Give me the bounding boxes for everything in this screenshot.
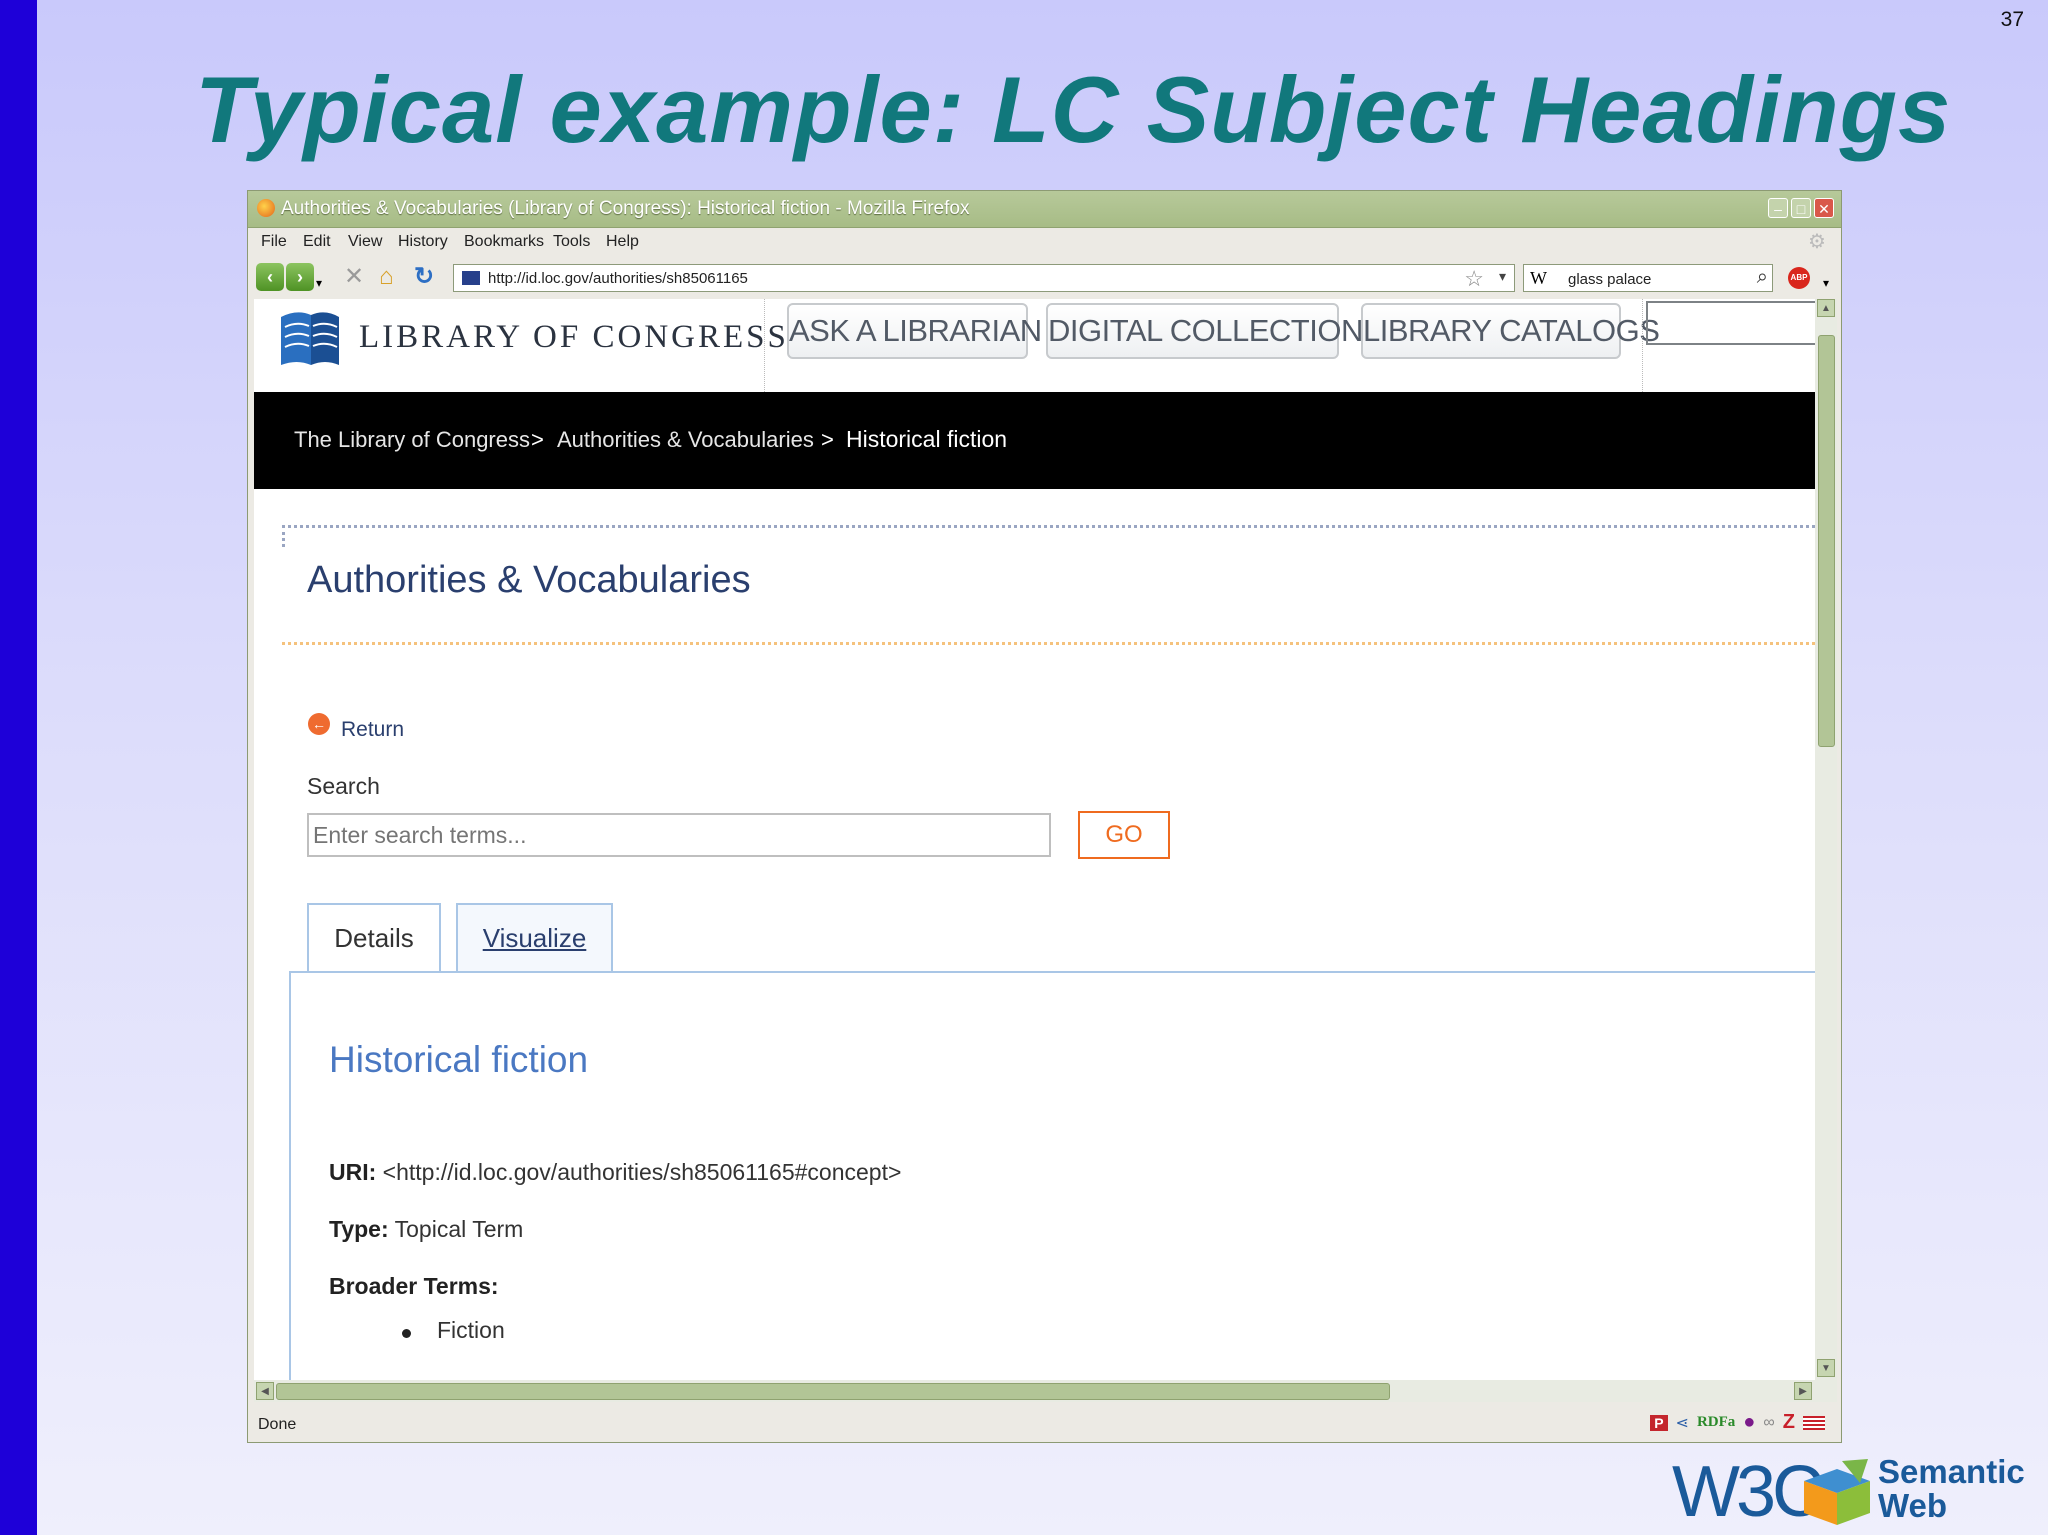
breadcrumb-separator: > <box>531 427 544 452</box>
loc-header-search-input[interactable] <box>1646 301 1815 345</box>
browser-search-value: glass palace <box>1568 271 1652 288</box>
header-divider <box>1642 299 1643 392</box>
browser-search-box[interactable]: W glass palace ⌕ <box>1523 264 1773 292</box>
go-button[interactable]: GO <box>1078 811 1170 859</box>
ask-a-librarian-button[interactable]: ASK A LIBRARIAN <box>787 303 1042 359</box>
link-icon[interactable]: ∞ <box>1763 1414 1774 1432</box>
menu-history[interactable]: History <box>398 233 448 251</box>
wikipedia-engine-icon[interactable]: W <box>1530 268 1547 289</box>
dotted-divider <box>282 525 285 547</box>
minimize-icon[interactable]: – <box>1768 198 1788 218</box>
type-label: Type: <box>329 1216 389 1242</box>
menu-bar: File Edit View History Bookmarks Tools H… <box>248 227 1841 257</box>
type-row: Type: Topical Term <box>329 1216 523 1243</box>
uri-label: URI: <box>329 1159 377 1185</box>
menu-edit[interactable]: Edit <box>303 233 331 251</box>
forward-icon[interactable]: › <box>286 263 314 291</box>
status-bar: Done P ⋖ RDFa ● ∞ Z <box>248 1403 1841 1442</box>
digital-collections-button[interactable]: DIGITAL COLLECTIONS <box>1046 303 1384 359</box>
dotted-divider <box>282 642 1815 645</box>
tab-panel-border <box>289 971 291 1380</box>
return-link[interactable]: Return <box>341 718 404 742</box>
breadcrumb-separator: > <box>821 427 834 452</box>
purple-dot-icon[interactable]: ● <box>1743 1411 1755 1434</box>
zotero-icon[interactable]: Z <box>1783 1411 1795 1434</box>
search-input[interactable] <box>307 813 1051 857</box>
horizontal-scroll-thumb[interactable] <box>276 1383 1390 1400</box>
menu-bookmarks[interactable]: Bookmarks <box>464 233 544 251</box>
status-icons: P ⋖ RDFa ● ∞ Z <box>1650 1411 1825 1434</box>
menu-file[interactable]: File <box>261 233 287 251</box>
scroll-down-icon[interactable]: ▼ <box>1817 1359 1835 1377</box>
home-icon[interactable]: ⌂ <box>379 265 394 289</box>
loc-site-name[interactable]: LIBRARY OF CONGRESS <box>359 319 789 356</box>
tab-details[interactable]: Details <box>307 903 441 973</box>
address-url: http://id.loc.gov/authorities/sh85061165 <box>488 270 748 287</box>
pdf-addon-icon[interactable]: P <box>1650 1414 1668 1431</box>
vertical-scrollbar[interactable]: ▲ ▼ <box>1815 299 1837 1380</box>
slide-side-bar <box>0 0 37 1535</box>
breadcrumb: The Library of Congress > Authorities & … <box>254 392 1815 489</box>
reload-icon[interactable]: ↻ <box>414 265 434 289</box>
web-text: Web <box>1878 1487 1948 1524</box>
breadcrumb-authorities[interactable]: Authorities & Vocabularies <box>557 427 814 453</box>
menu-view[interactable]: View <box>348 233 382 251</box>
address-dropdown-icon[interactable]: ▾ <box>1499 268 1506 285</box>
throbber-icon: ⚙ <box>1808 231 1826 253</box>
list-item: Fiction <box>437 1317 505 1343</box>
browser-window: Authorities & Vocabularies (Library of C… <box>247 190 1842 1443</box>
navigation-toolbar: ‹ › ▾ ✕ ⌂ ↻ http://id.loc.gov/authoritie… <box>248 257 1841 297</box>
list-bullet <box>402 1329 411 1338</box>
menu-tools[interactable]: Tools <box>553 233 590 251</box>
tab-panel-border <box>289 971 1815 973</box>
address-bar[interactable]: http://id.loc.gov/authorities/sh85061165… <box>453 264 1515 292</box>
w3c-semantic-web-logo: W3C Semantic Web <box>1672 1455 2042 1530</box>
back-icon[interactable]: ‹ <box>256 263 284 291</box>
broader-terms-label: Broader Terms: <box>329 1273 499 1299</box>
loc-header: LIBRARY OF CONGRESS ASK A LIBRARIAN DIGI… <box>254 299 1815 392</box>
search-label: Search <box>307 773 380 799</box>
type-value: Topical Term <box>394 1216 524 1242</box>
menu-help[interactable]: Help <box>606 233 639 251</box>
site-favicon-icon <box>462 271 480 285</box>
firefox-icon <box>257 199 275 217</box>
slide-title: Typical example: LC Subject Headings <box>195 57 1952 162</box>
search-icon[interactable]: ⌕ <box>1757 266 1768 289</box>
concept-heading: Historical fiction <box>329 1039 589 1080</box>
breadcrumb-current: Historical fiction <box>846 426 1008 452</box>
rdfa-icon[interactable]: RDFa <box>1697 1414 1735 1431</box>
vertical-scroll-thumb[interactable] <box>1818 335 1835 747</box>
w3c-logo-text: W3C <box>1672 1452 1824 1532</box>
scroll-left-icon[interactable]: ◀ <box>256 1382 274 1400</box>
history-dropdown-icon[interactable]: ▾ <box>316 271 322 295</box>
slide-number: 37 <box>2000 8 2024 31</box>
share-icon[interactable]: ⋖ <box>1676 1413 1689 1433</box>
horizontal-scrollbar[interactable]: ◀ ▶ <box>254 1380 1837 1402</box>
uri-row: URI: <http://id.loc.gov/authorities/sh85… <box>329 1159 901 1186</box>
tab-visualize[interactable]: Visualize <box>456 903 613 973</box>
window-title: Authorities & Vocabularies (Library of C… <box>281 198 970 219</box>
adblock-icon[interactable]: ABP <box>1788 267 1810 289</box>
uri-value: <http://id.loc.gov/authorities/sh8506116… <box>382 1159 902 1185</box>
stop-icon[interactable]: ✕ <box>344 265 364 289</box>
breadcrumb-library-of-congress[interactable]: The Library of Congress <box>294 427 530 453</box>
dotted-divider <box>282 525 1815 528</box>
return-arrow-icon[interactable]: ← <box>308 713 330 735</box>
maximize-icon[interactable]: □ <box>1791 198 1811 218</box>
window-titlebar: Authorities & Vocabularies (Library of C… <box>248 191 1841 228</box>
flag-icon[interactable] <box>1803 1415 1825 1430</box>
header-divider <box>764 299 765 392</box>
scroll-up-icon[interactable]: ▲ <box>1817 299 1835 317</box>
page-viewport: LIBRARY OF CONGRESS ASK A LIBRARIAN DIGI… <box>254 299 1815 1380</box>
toolbar-dropdown-icon[interactable]: ▾ <box>1823 271 1829 295</box>
library-catalogs-button[interactable]: LIBRARY CATALOGS <box>1361 303 1660 359</box>
scroll-right-icon[interactable]: ▶ <box>1794 1382 1812 1400</box>
close-icon[interactable]: ✕ <box>1814 198 1834 218</box>
section-title: Authorities & Vocabularies <box>307 559 751 601</box>
bookmark-star-icon[interactable]: ☆ <box>1464 266 1484 292</box>
semantic-text: Semantic <box>1878 1453 2025 1490</box>
status-text: Done <box>258 1416 297 1433</box>
semantic-web-cube-icon <box>1804 1459 1870 1525</box>
loc-logo-icon[interactable] <box>277 307 343 369</box>
